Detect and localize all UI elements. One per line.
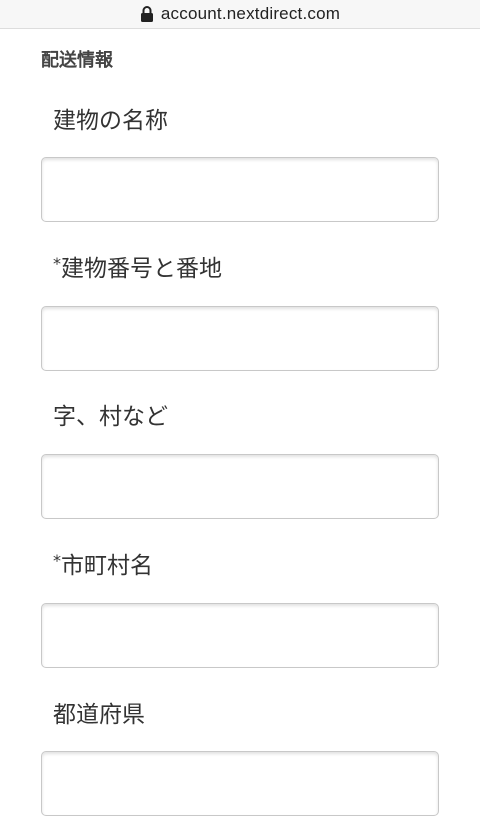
city-label: *市町村名 [53,553,153,579]
required-asterisk: * [53,551,61,570]
prefecture-input[interactable] [41,751,439,816]
building-number-label-text: 建物番号と番地 [61,256,222,282]
required-asterisk: * [53,254,61,273]
url-text: account.nextdirect.com [160,4,341,23]
lock-icon [140,6,154,22]
building-name-label: 建物の名称 [53,110,168,133]
area-label-text: 字、村など [53,404,168,430]
building-number-input[interactable] [41,306,439,371]
building-name-input[interactable] [41,157,439,222]
area-label: 字、村など [53,406,168,429]
city-label-text: 市町村名 [61,553,153,579]
area-input[interactable] [41,454,439,519]
city-input[interactable] [41,603,439,668]
building-name-label-text: 建物の名称 [53,108,168,134]
section-title: 配送情報 [41,50,113,71]
building-number-label: *建物番号と番地 [53,256,222,282]
address-bar[interactable]: account.nextdirect.com [0,0,480,29]
prefecture-label: 都道府県 [53,704,145,727]
prefecture-label-text: 都道府県 [53,702,145,728]
